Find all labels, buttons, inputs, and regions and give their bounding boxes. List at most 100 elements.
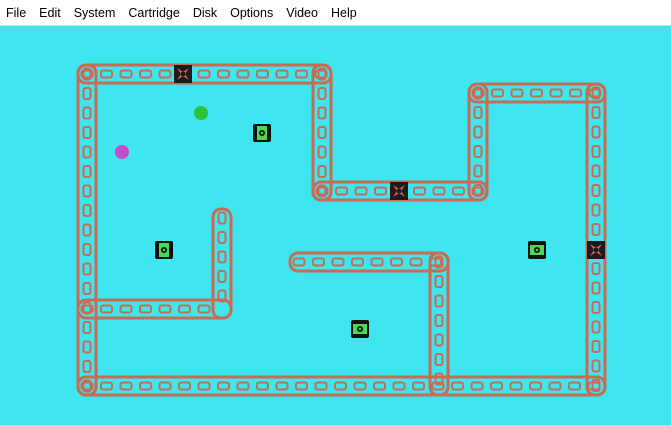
track-segment — [467, 82, 607, 104]
track-link — [331, 257, 345, 267]
track-link — [591, 340, 601, 353]
track-link — [82, 106, 92, 120]
track-link — [217, 69, 230, 79]
track-link — [591, 262, 601, 275]
track-link — [158, 69, 172, 79]
track-link — [591, 223, 601, 236]
track-link — [256, 69, 269, 79]
track-link — [317, 145, 327, 159]
track-link — [139, 69, 152, 79]
track-link — [82, 184, 92, 198]
menu-edit[interactable]: Edit — [33, 0, 68, 26]
menu-bar: File Edit System Cartridge Disk Options … — [0, 0, 671, 26]
track-link — [317, 126, 327, 139]
track-link — [178, 304, 191, 314]
track-link — [217, 211, 227, 225]
track-link — [509, 381, 523, 391]
track-link — [178, 381, 191, 391]
track-link — [434, 353, 444, 366]
gate-icon — [587, 241, 605, 259]
game-playfield[interactable] — [0, 26, 671, 425]
track-link — [510, 88, 524, 98]
tank-icon — [351, 320, 369, 338]
track-link — [413, 186, 426, 196]
track-link — [236, 381, 250, 391]
track-link — [591, 281, 601, 295]
track-link — [82, 321, 92, 334]
track-link — [158, 381, 172, 391]
game-canvas — [76, 63, 607, 397]
track-link — [314, 381, 328, 391]
track-link — [317, 165, 327, 178]
track-segment — [76, 375, 607, 397]
track-link — [256, 381, 269, 391]
menu-options[interactable]: Options — [224, 0, 280, 26]
track-link — [548, 381, 562, 391]
track-link — [354, 186, 368, 196]
ball-magenta-icon — [115, 145, 129, 159]
track-link — [591, 359, 601, 373]
track-link — [473, 164, 483, 178]
track-link — [312, 257, 325, 267]
track-link — [82, 360, 92, 373]
track-link — [139, 304, 152, 314]
track-link — [317, 87, 327, 100]
track-link — [530, 88, 543, 98]
track-link — [473, 106, 483, 119]
track-link — [529, 381, 542, 391]
track-link — [197, 381, 211, 391]
track-link — [591, 184, 601, 197]
menu-disk[interactable]: Disk — [187, 0, 224, 26]
track-link — [119, 304, 133, 314]
track-link — [236, 69, 250, 79]
track-link — [197, 304, 211, 314]
tank-icon — [528, 241, 546, 259]
menu-cartridge[interactable]: Cartridge — [122, 0, 186, 26]
track-link — [139, 381, 152, 391]
track-link — [591, 164, 601, 178]
track-link — [591, 301, 601, 314]
track-link — [568, 381, 581, 391]
track-link — [587, 381, 601, 391]
track-link — [197, 69, 211, 79]
track-link — [591, 106, 601, 119]
track-link — [473, 145, 483, 158]
track-link — [82, 126, 92, 139]
track-link — [432, 186, 446, 196]
track-link — [451, 381, 464, 391]
track-link — [470, 381, 484, 391]
track-link — [158, 304, 172, 314]
track-link — [353, 381, 367, 391]
tank-icon — [155, 241, 173, 259]
track-link — [275, 381, 289, 391]
track-link — [82, 282, 92, 295]
track-link — [351, 257, 364, 267]
track-link — [292, 257, 306, 267]
track-link — [373, 381, 386, 391]
menu-help[interactable]: Help — [325, 0, 364, 26]
track-link — [591, 125, 601, 139]
track-link — [100, 381, 113, 391]
track-segment — [76, 63, 333, 85]
gate-icon — [174, 65, 192, 83]
gate-icon — [390, 182, 408, 200]
track-link — [390, 257, 403, 267]
track-link — [82, 223, 92, 237]
track-link — [473, 125, 483, 139]
track-link — [82, 340, 92, 354]
track-link — [434, 294, 444, 308]
track-link — [217, 250, 227, 264]
track-link — [119, 69, 133, 79]
track-link — [82, 165, 92, 178]
track-link — [82, 243, 92, 256]
track-link — [119, 381, 133, 391]
track-link — [491, 88, 504, 98]
menu-system[interactable]: System — [68, 0, 123, 26]
track-segment — [76, 63, 98, 397]
menu-video[interactable]: Video — [280, 0, 325, 26]
ball-green-icon — [194, 106, 208, 120]
track-link — [82, 87, 92, 100]
menu-file[interactable]: File — [0, 0, 33, 26]
track-link — [82, 204, 92, 217]
track-segment — [585, 82, 607, 397]
